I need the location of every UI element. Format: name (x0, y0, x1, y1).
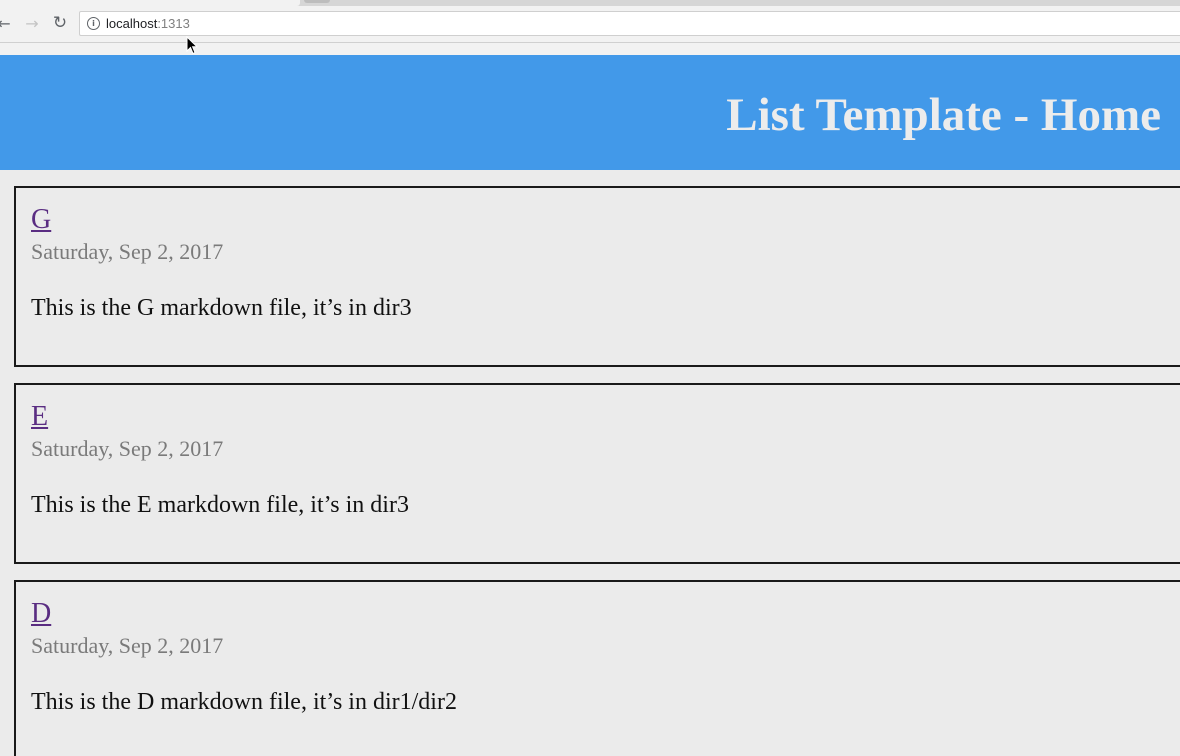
post-summary: This is the G markdown file, it’s in dir… (31, 295, 412, 321)
site-header: List Template - Home (0, 55, 1180, 170)
site-title: List Template - Home (726, 89, 1161, 141)
back-arrow-icon[interactable]: ← (0, 13, 14, 33)
post-date: Saturday, Sep 2, 2017 (31, 239, 224, 264)
post-card: D Saturday, Sep 2, 2017 This is the D ma… (14, 580, 1180, 756)
post-title-link[interactable]: E (31, 401, 48, 433)
post-date: Saturday, Sep 2, 2017 (31, 436, 224, 461)
post-date: Saturday, Sep 2, 2017 (31, 633, 224, 658)
reload-icon[interactable]: ↻ (50, 13, 70, 33)
post-summary: This is the E markdown file, it’s in dir… (31, 492, 409, 518)
address-url[interactable]: localhost:1313 (106, 16, 190, 31)
address-bar[interactable]: i localhost:1313 (79, 11, 1180, 36)
post-card: E Saturday, Sep 2, 2017 This is the E ma… (14, 383, 1180, 564)
new-tab-button[interactable] (304, 0, 330, 3)
browser-toolbar: ← → ↻ i localhost:1313 (0, 6, 1180, 43)
toolbar-bottom-strip (0, 43, 1180, 55)
forward-arrow-icon[interactable]: → (22, 13, 42, 33)
url-port: :1313 (157, 16, 190, 31)
post-summary: This is the D markdown file, it’s in dir… (31, 689, 457, 715)
info-icon[interactable]: i (87, 17, 100, 30)
url-host: localhost (106, 16, 158, 31)
post-title-link[interactable]: G (31, 204, 51, 236)
mouse-pointer-icon (186, 36, 198, 55)
page-content: List Template - Home G Saturday, Sep 2, … (0, 55, 1180, 756)
post-card: G Saturday, Sep 2, 2017 This is the G ma… (14, 186, 1180, 367)
post-title-link[interactable]: D (31, 598, 51, 630)
